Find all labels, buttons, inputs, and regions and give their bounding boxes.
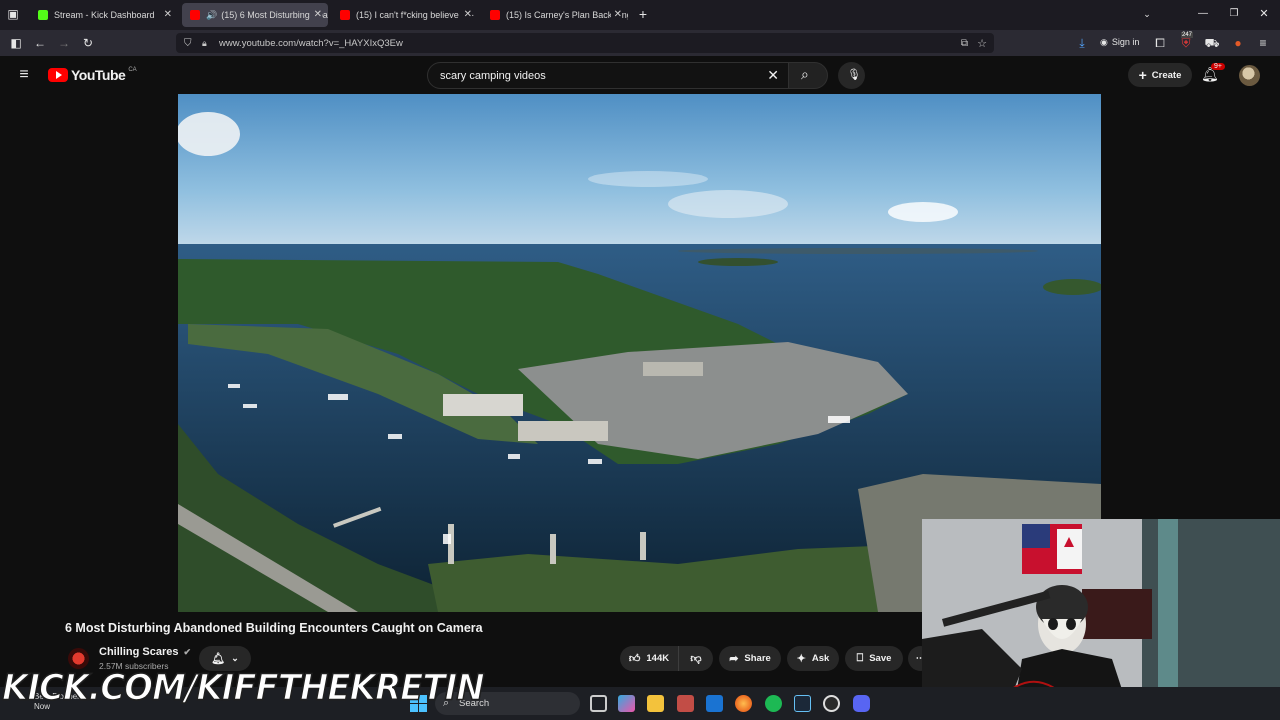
app-icon[interactable] bbox=[677, 695, 694, 712]
microphone-icon: 🎙︎ bbox=[847, 69, 861, 81]
kick-favicon-icon bbox=[38, 10, 48, 20]
tab-overflow-chevron-icon[interactable]: ⌄ bbox=[1138, 2, 1156, 26]
speaker-icon[interactable]: 🔊 bbox=[206, 10, 217, 21]
spotify-icon[interactable] bbox=[765, 695, 782, 712]
close-window-icon[interactable]: ✕ bbox=[1255, 2, 1273, 26]
bell-icon: 🔔︎ bbox=[211, 653, 226, 665]
dislike-button[interactable]: 👎︎ bbox=[678, 646, 713, 671]
youtube-logo-text: YouTube bbox=[71, 67, 126, 83]
shield-icon[interactable]: ⛉ bbox=[184, 38, 192, 49]
share-button[interactable]: ➦ Share bbox=[719, 646, 781, 671]
firefox-icon[interactable] bbox=[735, 695, 752, 712]
channel-avatar[interactable] bbox=[68, 648, 89, 669]
maximize-icon[interactable]: ❐ bbox=[1225, 2, 1243, 26]
browser-tab-strip: ▣ Stream - Kick Dashboard ✕ 🔊 (15) 6 Mos… bbox=[0, 0, 1280, 30]
account-icon: ◉ bbox=[1100, 37, 1108, 47]
extensions-icon[interactable]: ⧠ bbox=[1151, 30, 1169, 56]
tab-youtube-2[interactable]: (15) I can't f*cking believe it. - ✕ bbox=[332, 3, 478, 27]
close-icon[interactable]: ✕ bbox=[610, 9, 622, 20]
tab-youtube-3[interactable]: (15) Is Carney's Plan Backfiring ✕ bbox=[482, 3, 628, 27]
steam-icon[interactable] bbox=[794, 695, 811, 712]
clear-search-icon[interactable]: ✕ bbox=[767, 67, 779, 84]
reload-icon[interactable]: ↻ bbox=[79, 30, 97, 56]
search-input[interactable]: scary camping videos ✕ bbox=[427, 62, 790, 89]
channel-name[interactable]: Chilling Scares ✔ bbox=[99, 646, 191, 658]
save-label: Save bbox=[869, 653, 892, 664]
menu-icon[interactable]: ≡ bbox=[1254, 30, 1272, 56]
search-button[interactable]: ⌕ bbox=[788, 62, 828, 89]
notifications-button[interactable]: 🔔︎ 9+ bbox=[1201, 63, 1225, 83]
share-icon: ➦ bbox=[729, 653, 739, 665]
extension-badge: 247 bbox=[1181, 32, 1194, 38]
mail-icon[interactable] bbox=[706, 695, 723, 712]
youtube-logo[interactable]: YouTube CA bbox=[48, 67, 137, 83]
extension-icon[interactable]: ⛟ bbox=[1203, 30, 1221, 56]
tab-youtube-active[interactable]: 🔊 (15) 6 Most Disturbing Aba ✕ bbox=[182, 3, 328, 27]
youtube-favicon-icon bbox=[340, 10, 350, 20]
create-button[interactable]: + Create bbox=[1128, 63, 1192, 87]
sign-in-label: Sign in bbox=[1111, 37, 1140, 47]
video-title: 6 Most Disturbing Abandoned Building Enc… bbox=[65, 621, 483, 635]
region-code: CA bbox=[128, 67, 137, 73]
url-text: www.youtube.com/watch?v=_HAYXIxQ3Ew bbox=[219, 37, 403, 49]
notification-count: 9+ bbox=[1211, 63, 1225, 70]
discord-icon[interactable] bbox=[853, 695, 870, 712]
sign-in-button[interactable]: ◉ Sign in bbox=[1100, 37, 1139, 48]
search-icon: ⌕ bbox=[801, 66, 809, 82]
close-icon[interactable]: ✕ bbox=[310, 9, 322, 20]
hamburger-menu-icon[interactable]: ≡ bbox=[15, 62, 33, 88]
tab-label: (15) I can't f*cking believe it. - bbox=[356, 10, 474, 20]
verified-icon: ✔ bbox=[183, 647, 192, 657]
plus-icon: + bbox=[1138, 67, 1147, 83]
thumbs-down-icon: 👎︎ bbox=[690, 653, 702, 665]
bookmark-star-icon[interactable]: ☆ bbox=[977, 37, 987, 50]
minimize-icon[interactable]: — bbox=[1194, 2, 1212, 26]
tab-list-icon[interactable]: ▣ bbox=[4, 2, 22, 26]
brave-extension-icon[interactable]: ● bbox=[1229, 30, 1247, 56]
ask-label: Ask bbox=[811, 653, 830, 664]
obs-icon[interactable] bbox=[823, 695, 840, 712]
youtube-play-icon bbox=[48, 68, 68, 82]
file-explorer-icon[interactable] bbox=[647, 695, 664, 712]
close-icon[interactable]: ✕ bbox=[164, 9, 172, 20]
share-label: Share bbox=[744, 653, 771, 664]
chevron-down-icon: ⌄ bbox=[231, 653, 239, 663]
like-button[interactable]: 👍︎ 144K bbox=[620, 646, 678, 671]
save-button[interactable]: ⎕ Save bbox=[845, 646, 903, 671]
forward-icon[interactable]: → bbox=[55, 30, 73, 56]
sidebar-toggle-icon[interactable]: ◧ bbox=[7, 30, 25, 56]
task-view-icon[interactable] bbox=[590, 695, 607, 712]
youtube-favicon-icon bbox=[490, 10, 500, 20]
copilot-icon[interactable] bbox=[618, 695, 635, 712]
tab-label: Stream - Kick Dashboard bbox=[54, 10, 155, 20]
voice-search-button[interactable]: 🎙︎ bbox=[838, 62, 865, 89]
channel-name-text: Chilling Scares bbox=[99, 646, 179, 658]
picture-in-picture-icon[interactable]: ⧉ bbox=[961, 38, 968, 49]
bookmark-icon: ⎕ bbox=[856, 652, 864, 664]
create-label: Create bbox=[1151, 69, 1182, 81]
thumbs-up-icon: 👍︎ bbox=[628, 653, 641, 665]
youtube-favicon-icon bbox=[190, 10, 200, 20]
download-icon[interactable]: ⤓ bbox=[1073, 30, 1091, 56]
search-query: scary camping videos bbox=[440, 69, 546, 82]
tab-kick-dashboard[interactable]: Stream - Kick Dashboard ✕ bbox=[30, 3, 178, 27]
browser-nav-bar: ◧ ← → ↻ ⛉ 🔒︎ www.youtube.com/watch?v=_HA… bbox=[0, 30, 1280, 56]
like-count: 144K bbox=[646, 653, 670, 664]
stream-overlay-text: KICK.COM/KIFFTHEKRETIN bbox=[1, 666, 485, 710]
ask-button[interactable]: ✦ Ask bbox=[787, 646, 839, 671]
youtube-header: ≡ YouTube CA scary camping videos ✕ ⌕ 🎙︎… bbox=[0, 56, 1280, 94]
new-tab-icon[interactable]: + bbox=[634, 2, 652, 26]
lock-icon[interactable]: 🔒︎ bbox=[202, 38, 207, 49]
back-icon[interactable]: ← bbox=[31, 30, 49, 56]
close-icon[interactable]: ✕ bbox=[460, 9, 472, 20]
sparkle-icon: ✦ bbox=[796, 653, 806, 665]
url-bar[interactable]: ⛉ 🔒︎ www.youtube.com/watch?v=_HAYXIxQ3Ew… bbox=[176, 33, 994, 53]
avatar[interactable] bbox=[1239, 65, 1260, 86]
